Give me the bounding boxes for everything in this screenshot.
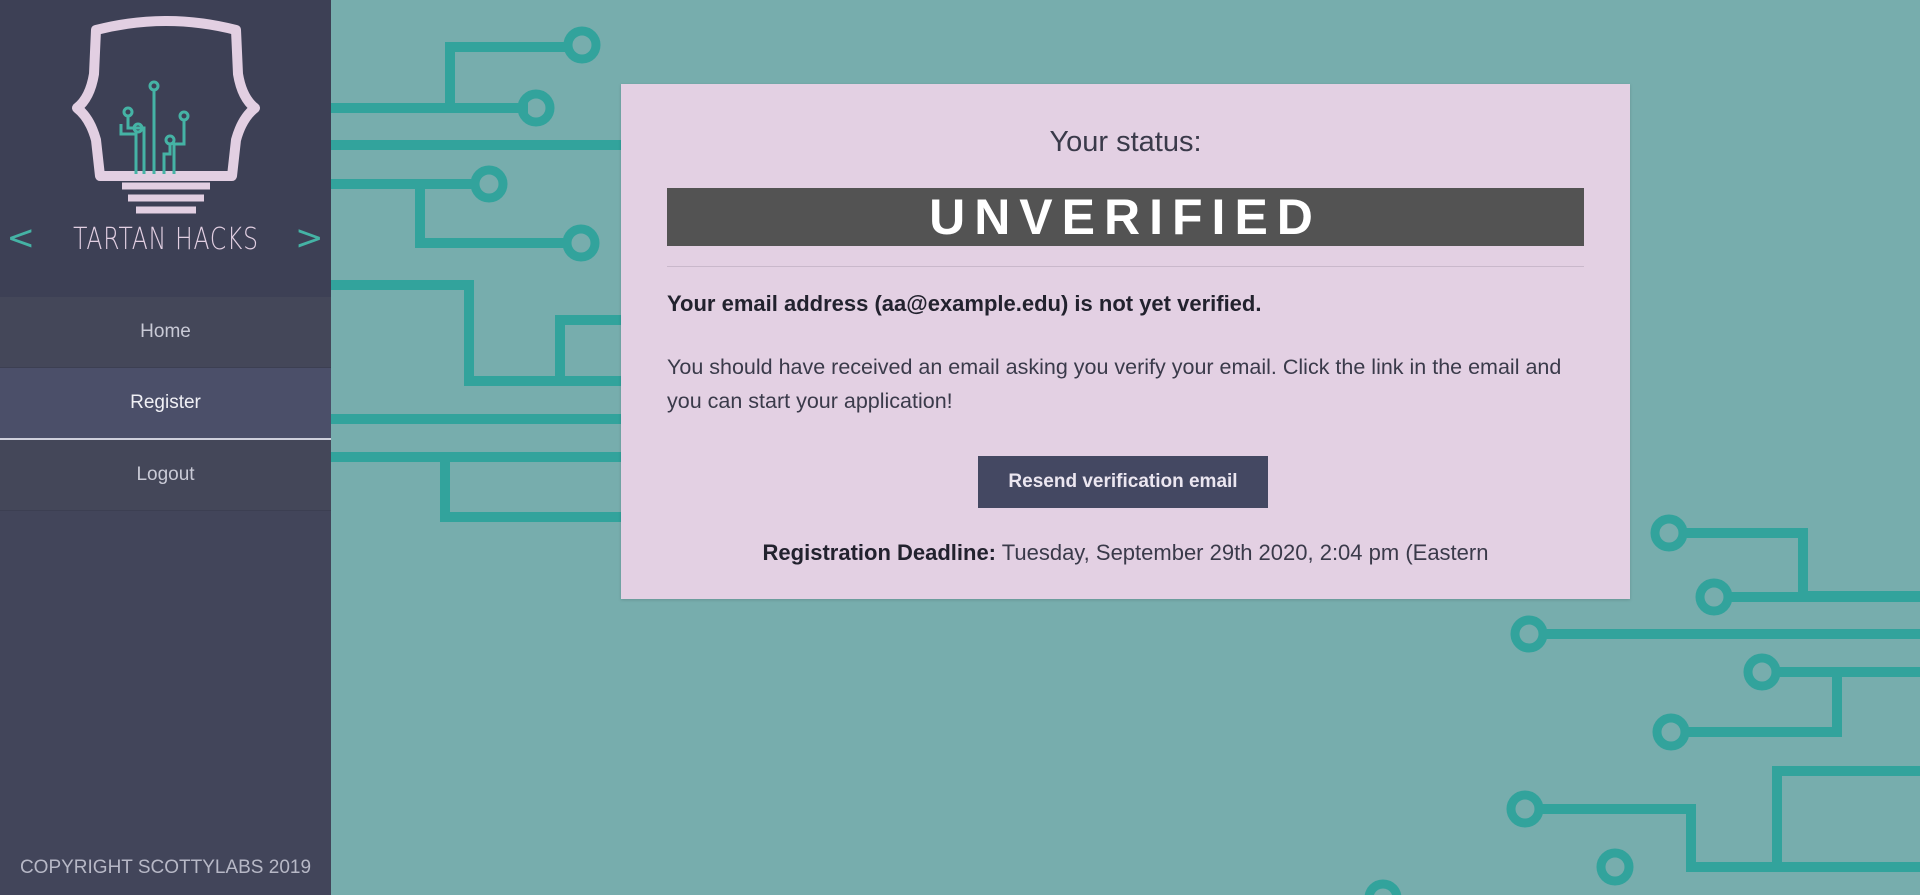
sidebar-item-logout[interactable]: Logout [0,440,331,511]
brand-name: TARTAN HACKS [72,222,259,257]
app-root: < TARTAN HACKS > Home Register Logout CO… [0,0,1920,895]
lightbulb-circuit-icon[interactable] [66,16,266,221]
sidebar-nav: Home Register Logout [0,297,331,511]
status-card: Your status: UNVERIFIED Your email addre… [621,84,1630,599]
deadline-label: Registration Deadline: [762,540,997,565]
email-warning: Your email address (aa@example.edu) is n… [667,291,1262,316]
brand-wordmark[interactable]: < TARTAN HACKS > [0,218,331,258]
copyright-text: COPYRIGHT SCOTTYLABS 2019 [19,857,312,878]
sidebar-item-home[interactable]: Home [0,297,331,368]
brand-right-bracket: > [295,218,325,258]
logo-area: < TARTAN HACKS > [0,0,331,297]
brand-left-bracket: < [6,218,36,258]
status-title: Your status: [1049,126,1202,158]
registration-deadline: Registration Deadline: Tuesday, Septembe… [621,540,1630,566]
deadline-value: Tuesday, September 29th 2020, 2:04 pm (E… [1001,540,1489,565]
sidebar-item-register[interactable]: Register [0,368,331,440]
verification-instructions: You should have received an email asking… [667,355,1562,413]
divider [667,266,1584,267]
sidebar: < TARTAN HACKS > Home Register Logout CO… [0,0,331,895]
resend-verification-button[interactable]: Resend verification email [978,456,1268,508]
status-badge: UNVERIFIED [667,188,1584,246]
